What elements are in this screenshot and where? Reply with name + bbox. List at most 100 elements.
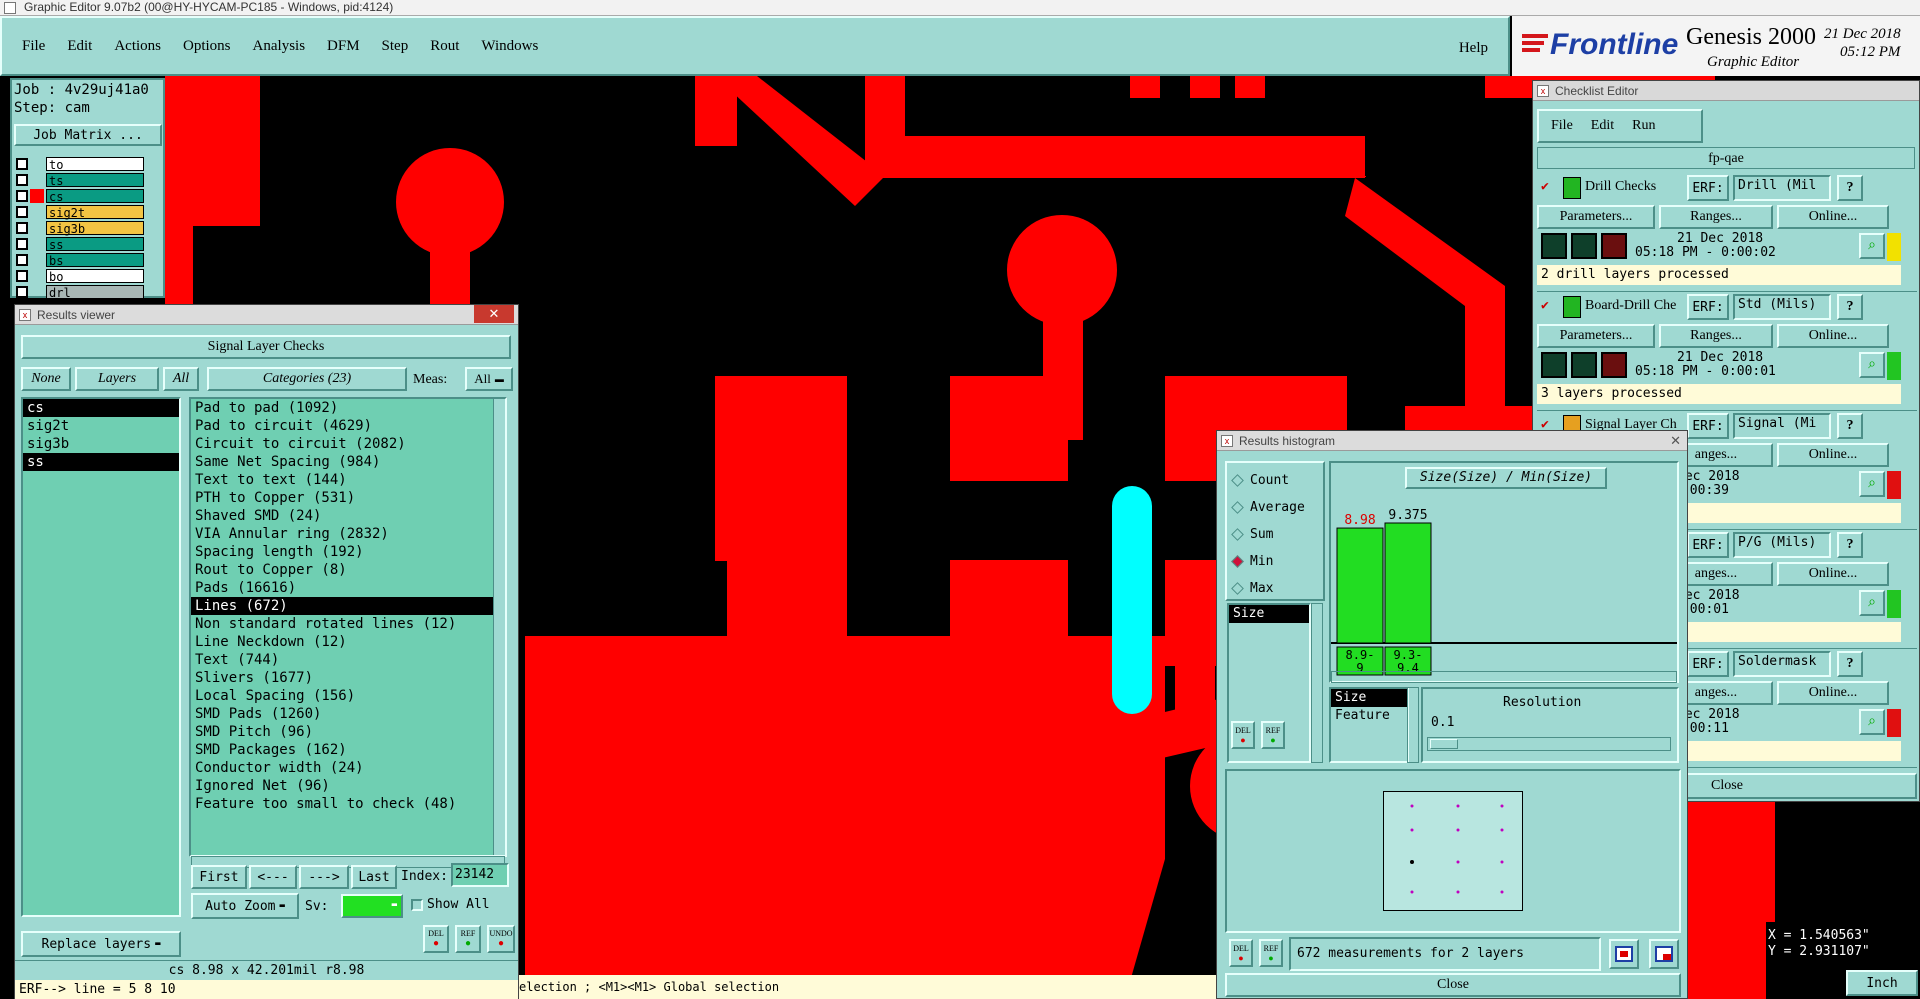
layer-name[interactable]: drl <box>46 285 144 300</box>
list2-scrollbar[interactable] <box>1407 687 1419 763</box>
index-input[interactable]: 23142 <box>451 863 509 887</box>
category-item[interactable]: VIA Annular ring (2832) <box>191 525 505 543</box>
last-button[interactable]: Last <box>351 865 397 889</box>
row-help-button[interactable]: ? <box>1837 175 1863 201</box>
category-item[interactable]: Pads (16616) <box>191 579 505 597</box>
layer-checkbox[interactable] <box>16 270 28 282</box>
menu-edit[interactable]: Edit <box>67 38 92 55</box>
category-item[interactable]: Non standard rotated lines (12) <box>191 615 505 633</box>
menu-step[interactable]: Step <box>382 38 409 55</box>
menu-actions[interactable]: Actions <box>114 38 161 55</box>
layer-checkbox[interactable] <box>16 174 28 186</box>
histogram-option-sum[interactable]: Sum <box>1229 521 1321 548</box>
layer-name[interactable]: to <box>46 157 144 172</box>
category-item[interactable]: SMD Pads (1260) <box>191 705 505 723</box>
category-item[interactable]: SMD Pitch (96) <box>191 723 505 741</box>
parameters-button[interactable]: Parameters... <box>1537 205 1655 229</box>
category-item[interactable]: SMD Packages (162) <box>191 741 505 759</box>
layer-checkbox[interactable] <box>16 286 28 298</box>
unit-select[interactable]: Inch <box>1846 970 1918 996</box>
hist-bottom-del-button[interactable]: DEL ● <box>1229 939 1253 967</box>
histogram-option-count[interactable]: Count <box>1229 467 1321 494</box>
run-all-icon[interactable] <box>1571 352 1597 378</box>
result-layer-item[interactable]: sig3b <box>23 435 179 453</box>
row-help-button[interactable]: ? <box>1837 651 1863 677</box>
online-button[interactable]: Online... <box>1777 443 1889 467</box>
category-item[interactable]: Same Net Spacing (984) <box>191 453 505 471</box>
category-item[interactable]: Spacing length (192) <box>191 543 505 561</box>
layers-button[interactable]: Layers <box>75 367 159 391</box>
categories-listbox[interactable]: Pad to pad (1092) Pad to circuit (4629) Ci… <box>189 397 507 857</box>
transfer-button[interactable] <box>1649 939 1679 969</box>
category-item[interactable]: Local Spacing (156) <box>191 687 505 705</box>
replace-layers-select[interactable]: Replace layers ▬ <box>21 931 181 957</box>
online-button[interactable]: Online... <box>1777 562 1889 586</box>
none-button[interactable]: None <box>21 367 71 391</box>
del-button[interactable]: DEL ● <box>423 925 449 953</box>
layer-row[interactable]: sig3b <box>16 220 144 236</box>
category-item[interactable]: Pad to pad (1092) <box>191 399 505 417</box>
layer-name[interactable]: bs <box>46 253 144 268</box>
next-button[interactable]: ---> <box>299 865 349 889</box>
category-item[interactable]: Lines (672) <box>191 597 505 615</box>
layer-row[interactable]: ss <box>16 236 144 252</box>
close-window-icon[interactable]: ✕ <box>1670 431 1681 451</box>
category-item[interactable]: Shaved SMD (24) <box>191 507 505 525</box>
undo-button[interactable]: UNDO ● <box>487 925 515 953</box>
erf-label[interactable]: ERF: <box>1687 294 1729 320</box>
layer-checkbox[interactable] <box>16 222 28 234</box>
result-layer-item[interactable]: cs <box>23 399 179 417</box>
category-item[interactable]: Circuit to circuit (2082) <box>191 435 505 453</box>
layer-row[interactable]: drl <box>16 284 144 300</box>
category-item[interactable]: Line Neckdown (12) <box>191 633 505 651</box>
row-check-icon[interactable]: ✔ <box>1541 298 1549 313</box>
layer-row[interactable]: bs <box>16 252 144 268</box>
category-item[interactable]: Slivers (1677) <box>191 669 505 687</box>
menu-windows[interactable]: Windows <box>481 38 538 55</box>
ref-button[interactable]: REF ● <box>455 925 481 953</box>
menu-analysis[interactable]: Analysis <box>253 38 306 55</box>
resolution-slider-thumb[interactable] <box>1430 739 1458 749</box>
erf-label[interactable]: ERF: <box>1687 532 1729 558</box>
erf-value[interactable]: Drill (Mil <box>1733 175 1831 201</box>
category-item[interactable]: Rout to Copper (8) <box>191 561 505 579</box>
layer-checkbox[interactable] <box>16 190 28 202</box>
category-item[interactable]: Pad to circuit (4629) <box>191 417 505 435</box>
histogram-option-average[interactable]: Average <box>1229 494 1321 521</box>
layer-row[interactable]: ts <box>16 172 144 188</box>
layer-name[interactable]: ts <box>46 173 144 188</box>
erf-label[interactable]: ERF: <box>1687 175 1729 201</box>
categories-button[interactable]: Categories (23) <box>207 367 407 391</box>
histogram-option-max[interactable]: Max <box>1229 575 1321 602</box>
category-item[interactable]: PTH to Copper (531) <box>191 489 505 507</box>
layer-row[interactable]: cs <box>16 188 144 204</box>
histogram-option-min[interactable]: Min <box>1229 548 1321 575</box>
row-title[interactable]: Drill Checks <box>1585 179 1685 195</box>
layer-name[interactable]: ss <box>46 237 144 252</box>
checklist-menu-edit[interactable]: Edit <box>1591 118 1614 134</box>
resolution-slider[interactable] <box>1427 737 1671 751</box>
hist-del-button[interactable]: DEL ● <box>1231 721 1255 749</box>
layer-checkbox[interactable] <box>16 254 28 266</box>
view-results-icon[interactable]: ⌕ <box>1859 233 1885 259</box>
prev-button[interactable]: <--- <box>249 865 297 889</box>
row-help-button[interactable]: ? <box>1837 532 1863 558</box>
export-button[interactable] <box>1609 939 1639 969</box>
erf-value[interactable]: Signal (Mi <box>1733 413 1831 439</box>
view-results-icon[interactable]: ⌕ <box>1859 471 1885 497</box>
menu-file[interactable]: File <box>22 38 45 55</box>
run-icon[interactable] <box>1541 233 1567 259</box>
stop-icon[interactable] <box>1601 233 1627 259</box>
category-item[interactable]: Feature too small to check (48) <box>191 795 505 813</box>
histogram-bottom-list[interactable]: Size Feature <box>1329 687 1409 763</box>
meas-select[interactable]: All ▬ <box>465 367 513 391</box>
parameters-button[interactable]: Parameters... <box>1537 324 1655 348</box>
layer-name[interactable]: sig3b <box>46 221 144 236</box>
all-button[interactable]: All <box>163 367 199 391</box>
erf-label[interactable]: ERF: <box>1687 413 1729 439</box>
erf-value[interactable]: Soldermask <box>1733 651 1831 677</box>
hist-ref-button[interactable]: REF ● <box>1261 721 1285 749</box>
category-item[interactable]: Text (744) <box>191 651 505 669</box>
menu-options[interactable]: Options <box>183 38 231 55</box>
menu-dfm[interactable]: DFM <box>327 38 360 55</box>
